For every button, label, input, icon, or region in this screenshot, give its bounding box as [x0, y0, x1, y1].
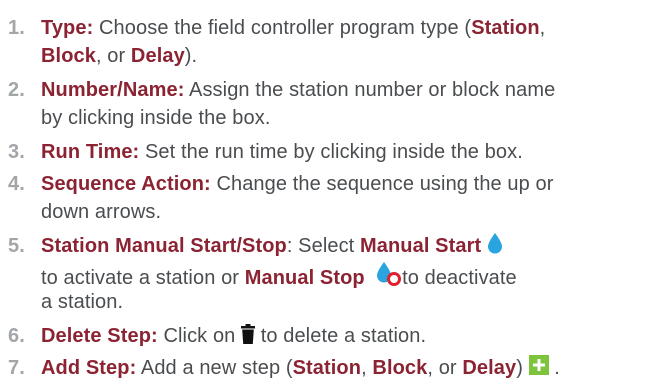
item-body: to activate a station or: [41, 267, 245, 289]
item-number: 2.: [8, 79, 25, 101]
item-label: Sequence Action:: [41, 173, 211, 195]
item-text: Run Time: Set the run time by clicking i…: [41, 138, 523, 166]
list-item-number-name-cont: by clicking inside the box.: [41, 104, 271, 132]
item-number: 3.: [8, 141, 25, 163]
item-label: Type:: [41, 17, 94, 39]
item-body: a station.: [41, 291, 124, 313]
item-body: Assign the station number or block name: [184, 79, 556, 101]
manual-stop-label: Manual Stop: [244, 267, 365, 289]
item-number: 5.: [8, 235, 25, 257]
water-drop-stop-icon: [376, 260, 402, 294]
item-body: ): [516, 357, 529, 379]
item-label: Run Time:: [41, 141, 140, 163]
item-text: Add Step: Add a new step (Station, Block…: [41, 354, 560, 383]
option-block: Block: [372, 357, 428, 379]
item-text: Sequence Action: Change the sequence usi…: [41, 170, 554, 198]
item-body: Click on: [157, 325, 242, 347]
item-number: 4.: [8, 173, 25, 195]
list-item-manual-start-stop-cont2: a station.: [41, 288, 123, 316]
option-station: Station: [292, 357, 362, 379]
separator: ,: [539, 17, 546, 39]
item-label: Station Manual Start/Stop: [41, 235, 287, 257]
item-body: Choose the field controller program type…: [93, 17, 472, 39]
option-station: Station: [471, 17, 540, 39]
water-drop-icon: [487, 232, 503, 262]
item-text: Station Manual Start/Stop: Select Manual…: [41, 232, 503, 262]
item-body: to deactivate: [402, 267, 517, 289]
item-body: to delete a station.: [255, 325, 427, 347]
item-body: : Select: [286, 235, 360, 257]
item-body: .: [548, 357, 560, 379]
list-item-type-cont: Block, or Delay).: [41, 42, 197, 70]
item-number: 1.: [8, 17, 25, 39]
separator: ,: [361, 357, 373, 379]
item-text: Number/Name: Assign the station number o…: [41, 76, 555, 104]
item-label: Delete Step:: [41, 325, 158, 347]
item-text: Delete Step: Click on to delete a statio…: [41, 322, 426, 352]
item-text: Type: Choose the field controller progra…: [41, 14, 545, 42]
option-block: Block: [41, 45, 96, 67]
plus-icon: [528, 355, 549, 383]
item-body: Add a new step (: [136, 357, 293, 379]
list-item-sequence-action-cont: down arrows.: [41, 198, 161, 226]
item-body: Change the sequence using the up or: [210, 173, 554, 195]
trash-icon: [241, 324, 256, 352]
item-number: 6.: [8, 325, 25, 347]
option-delay: Delay: [462, 357, 517, 379]
manual-start-label: Manual Start: [360, 235, 482, 257]
item-number: 7.: [8, 357, 25, 379]
item-body: by clicking inside the box.: [41, 107, 271, 129]
item-body: , or: [95, 45, 131, 67]
option-delay: Delay: [130, 45, 185, 67]
instruction-list: 1. Type: Choose the field controller pro…: [0, 0, 663, 385]
item-label: Number/Name:: [41, 79, 185, 101]
item-label: Add Step:: [41, 357, 137, 379]
item-body: down arrows.: [41, 201, 162, 223]
separator: , or: [427, 357, 463, 379]
item-body: Set the run time by clicking inside the …: [139, 141, 523, 163]
item-body: ).: [184, 45, 198, 67]
